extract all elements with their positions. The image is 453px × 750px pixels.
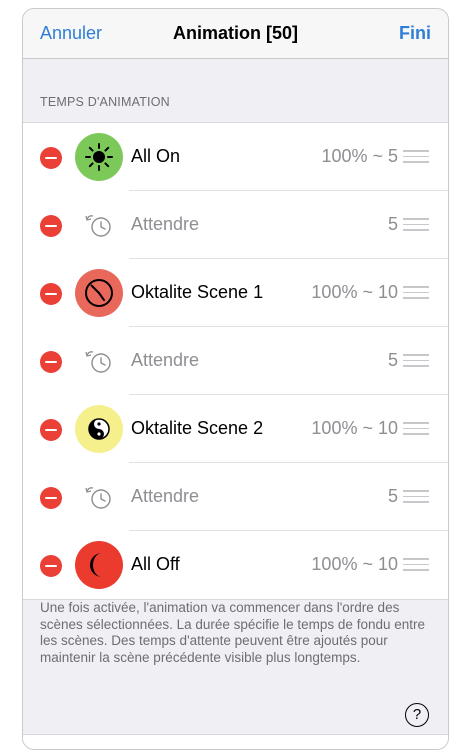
wait-label: Attendre — [131, 350, 200, 370]
reorder-handle-icon[interactable] — [403, 558, 429, 571]
scene-value: 100% ~ 10 — [311, 282, 398, 302]
scene-label: Oktalite Scene 1 — [131, 282, 264, 302]
delete-button[interactable] — [40, 487, 62, 509]
reorder-handle-icon[interactable] — [403, 490, 429, 503]
delete-button[interactable] — [40, 215, 62, 237]
timer-icon — [83, 485, 115, 511]
wait-value: 5 — [387, 486, 398, 506]
delete-button[interactable] — [40, 351, 62, 373]
list-item[interactable]: Oktalite Scene 2 100% ~ 10 — [23, 395, 448, 463]
navigation-bar: Annuler Animation [50] Fini — [23, 9, 448, 59]
footer-description: Une fois activée, l'animation va commenc… — [40, 600, 425, 665]
section-header: TEMPS D'ANIMATION — [40, 95, 170, 109]
reorder-handle-icon[interactable] — [403, 422, 429, 435]
app-window: Annuler Animation [50] Fini TEMPS D'ANIM… — [22, 8, 449, 750]
list-item[interactable]: All Off 100% ~ 10 — [23, 531, 448, 599]
clock-icon — [75, 269, 123, 317]
reorder-handle-icon[interactable] — [403, 354, 429, 367]
help-button[interactable]: ? — [405, 703, 429, 727]
scene-value: 100% ~ 5 — [321, 146, 398, 166]
scene-label: Oktalite Scene 2 — [131, 418, 264, 438]
wait-value: 5 — [387, 214, 398, 234]
delete-button[interactable] — [40, 419, 62, 441]
moon-icon — [75, 541, 123, 589]
sun-icon — [75, 133, 123, 181]
list-item[interactable]: All On 100% ~ 5 — [23, 123, 448, 191]
delete-button[interactable] — [40, 147, 62, 169]
scene-label: All On — [131, 146, 181, 166]
reorder-handle-icon[interactable] — [403, 286, 429, 299]
delete-button[interactable] — [40, 555, 62, 577]
list-item[interactable]: Attendre 5 — [23, 327, 448, 395]
list-item[interactable]: Attendre 5 — [23, 191, 448, 259]
animation-list: All On 100% ~ 5 Attendre 5 Oktalite Scen… — [23, 122, 448, 600]
timer-icon — [83, 349, 115, 375]
wait-value: 5 — [387, 350, 398, 370]
list-item[interactable]: Attendre 5 — [23, 463, 448, 531]
bottom-section — [23, 734, 448, 749]
wait-label: Attendre — [131, 486, 200, 506]
done-button[interactable]: Fini — [399, 23, 431, 44]
delete-button[interactable] — [40, 283, 62, 305]
reorder-handle-icon[interactable] — [403, 218, 429, 231]
yin-yang-icon — [75, 405, 123, 453]
page-title: Animation [50] — [172, 23, 298, 43]
scene-value: 100% ~ 10 — [311, 418, 398, 438]
list-item[interactable]: Oktalite Scene 1 100% ~ 10 — [23, 259, 448, 327]
scene-label: All Off — [131, 554, 180, 574]
scene-value: 100% ~ 10 — [311, 554, 398, 574]
reorder-handle-icon[interactable] — [403, 150, 429, 163]
wait-label: Attendre — [131, 214, 200, 234]
timer-icon — [83, 213, 115, 239]
